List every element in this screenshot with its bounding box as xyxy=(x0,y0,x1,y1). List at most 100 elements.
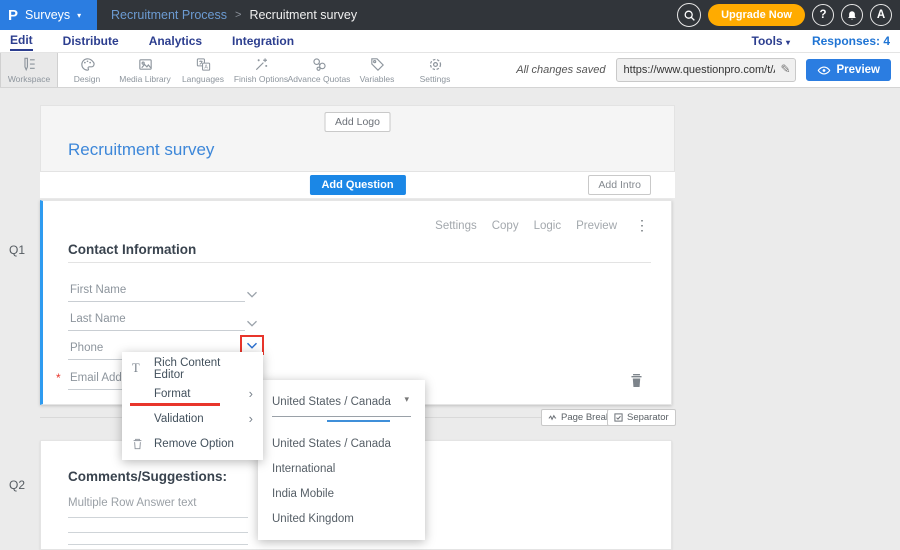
survey-title[interactable]: Recruitment survey xyxy=(68,140,214,160)
add-question-strip: Add Question Add Intro xyxy=(40,172,675,198)
bell-icon xyxy=(846,9,858,22)
svg-text:A: A xyxy=(204,65,208,71)
format-option-united-kingdom[interactable]: United Kingdom xyxy=(258,507,425,532)
toolbar-design[interactable]: Design xyxy=(58,53,116,87)
format-option-us-canada[interactable]: United States / Canada xyxy=(258,432,425,457)
question-number-q2: Q2 xyxy=(9,478,25,492)
tab-distribute[interactable]: Distribute xyxy=(63,32,119,50)
search-icon xyxy=(683,9,696,22)
separator-label: Separator xyxy=(627,412,669,423)
chevron-down-icon xyxy=(245,290,259,299)
breadcrumb-separator: > xyxy=(235,9,241,21)
menu-item-remove-option[interactable]: Remove Option xyxy=(122,431,263,456)
nav-right: Tools ▾ Responses: 4 xyxy=(752,34,891,48)
question-copy-link[interactable]: Copy xyxy=(492,220,519,232)
eye-icon xyxy=(817,65,831,76)
gear-icon xyxy=(427,56,444,73)
toolbar-finish-options[interactable]: Finish Options xyxy=(232,53,290,87)
save-status: All changes saved xyxy=(516,64,605,76)
search-button[interactable] xyxy=(677,3,701,27)
add-question-button[interactable]: Add Question xyxy=(309,175,405,195)
chevron-down-icon: ▾ xyxy=(786,38,790,47)
chain-links-icon xyxy=(311,56,328,73)
workspace-icon xyxy=(21,56,38,73)
toolbar-variables-label: Variables xyxy=(360,74,395,84)
tab-edit[interactable]: Edit xyxy=(10,31,33,51)
menu-item-label: Format xyxy=(154,388,190,400)
top-bar: P Surveys ▾ Recruitment Process > Recrui… xyxy=(0,0,900,30)
toolbar-finish-options-label: Finish Options xyxy=(234,74,288,84)
toolbar-advance-quotas[interactable]: Advance Quotas xyxy=(290,53,348,87)
menu-item-validation[interactable]: Validation › xyxy=(122,406,263,431)
focus-indicator-bar xyxy=(327,420,390,422)
help-button[interactable]: ? xyxy=(812,4,834,26)
surveys-menu-label: Surveys xyxy=(25,8,70,22)
surveys-menu[interactable]: P Surveys ▾ xyxy=(0,0,97,30)
question-settings-link[interactable]: Settings xyxy=(435,220,477,232)
question-text-q2[interactable]: Comments/Suggestions: xyxy=(68,469,227,484)
survey-header-panel: Add Logo Recruitment survey xyxy=(40,105,675,172)
account-avatar[interactable]: A xyxy=(870,4,892,26)
contact-field-last-name[interactable]: Last Name xyxy=(68,310,245,331)
toolbar-media-library-label: Media Library xyxy=(119,74,171,84)
format-option-india-mobile[interactable]: India Mobile xyxy=(258,482,425,507)
upgrade-now-button[interactable]: Upgrade Now xyxy=(708,4,805,26)
preview-button-label: Preview xyxy=(837,64,880,76)
questionpro-app: P Surveys ▾ Recruitment Process > Recrui… xyxy=(0,0,900,550)
menu-item-rich-content-editor[interactable]: T Rich Content Editor xyxy=(122,356,263,381)
tab-integration[interactable]: Integration xyxy=(232,32,294,50)
add-intro-button[interactable]: Add Intro xyxy=(588,175,651,195)
question-heading-rule xyxy=(68,262,651,263)
answer-line xyxy=(68,532,248,533)
responses-link[interactable]: Responses: 4 xyxy=(812,34,890,48)
toolbar-workspace[interactable]: Workspace xyxy=(0,53,58,87)
field-options-chevron[interactable] xyxy=(245,315,259,333)
toolbar-variables[interactable]: Variables xyxy=(348,53,406,87)
survey-nav: Edit Distribute Analytics Integration To… xyxy=(0,30,900,52)
chevron-down-icon: ▾ xyxy=(77,11,81,20)
field-options-chevron[interactable] xyxy=(245,286,259,304)
menu-item-label: Rich Content Editor xyxy=(154,357,253,381)
menu-item-label: Remove Option xyxy=(154,438,234,450)
chevron-right-icon: › xyxy=(249,412,253,425)
edit-url-pencil-icon[interactable]: ✎ xyxy=(780,62,790,76)
topbar-actions: Upgrade Now ? A xyxy=(677,3,900,27)
preview-button[interactable]: Preview xyxy=(806,59,891,81)
chevron-down-icon-active[interactable] xyxy=(245,341,259,350)
toolbar-languages-label: Languages xyxy=(182,74,224,84)
format-select[interactable]: United States / Canada ▾ xyxy=(272,392,411,417)
field-label: Last Name xyxy=(68,310,245,329)
contact-field-first-name[interactable]: First Name xyxy=(68,281,245,302)
edit-toolbar: Workspace Design Media Library A Languag… xyxy=(0,52,900,88)
question-logic-link[interactable]: Logic xyxy=(534,220,562,232)
breadcrumb: Recruitment Process > Recruitment survey xyxy=(111,8,357,22)
answer-line xyxy=(68,544,248,545)
menu-item-format[interactable]: Format › xyxy=(122,381,263,406)
breadcrumb-folder[interactable]: Recruitment Process xyxy=(111,8,227,22)
question-preview-link[interactable]: Preview xyxy=(576,220,617,232)
toolbar-languages[interactable]: A Languages xyxy=(174,53,232,87)
multirow-answer-placeholder[interactable]: Multiple Row Answer text xyxy=(68,497,196,509)
notifications-button[interactable] xyxy=(841,4,863,26)
survey-editor-canvas: Add Logo Recruitment survey Add Question… xyxy=(0,88,900,550)
survey-url-input[interactable] xyxy=(616,58,796,82)
design-palette-icon xyxy=(79,56,96,73)
field-label: First Name xyxy=(68,281,245,300)
phone-format-dropdown: United States / Canada ▾ United States /… xyxy=(258,380,425,540)
kebab-menu-icon[interactable]: ⋮ xyxy=(635,217,649,234)
breadcrumb-survey-name: Recruitment survey xyxy=(249,8,357,22)
toolbar-settings[interactable]: Settings xyxy=(406,53,464,87)
separator-button[interactable]: Separator xyxy=(607,409,676,426)
add-logo-button[interactable]: Add Logo xyxy=(324,112,391,132)
tab-analytics[interactable]: Analytics xyxy=(149,32,202,50)
menu-item-label: Validation xyxy=(154,413,204,425)
format-option-international[interactable]: International xyxy=(258,457,425,482)
toolbar-media-library[interactable]: Media Library xyxy=(116,53,174,87)
question-text-q1[interactable]: Contact Information xyxy=(68,242,196,257)
text-format-icon: T xyxy=(132,361,154,376)
tools-menu[interactable]: Tools ▾ xyxy=(752,34,790,48)
delete-question-button[interactable] xyxy=(630,373,643,393)
survey-url-wrap: ✎ xyxy=(616,58,796,82)
toolbar-right: All changes saved ✎ Preview xyxy=(516,53,900,87)
required-asterisk: * xyxy=(56,371,61,385)
